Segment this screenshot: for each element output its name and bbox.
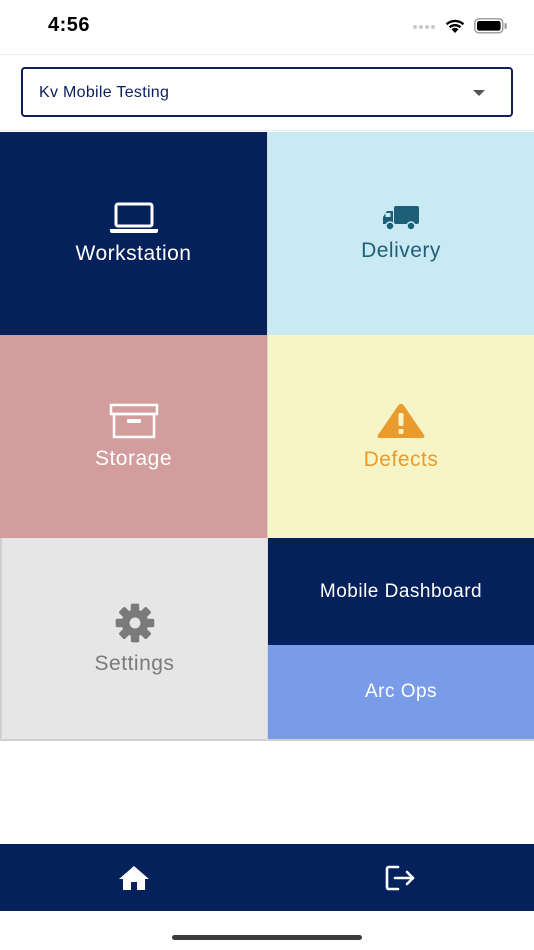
grid-divider xyxy=(267,132,268,740)
chevron-down-icon xyxy=(473,90,485,96)
tile-label: Settings xyxy=(94,651,175,675)
tile-settings[interactable]: Settings xyxy=(0,538,267,741)
status-time: 4:56 xyxy=(48,14,91,36)
tile-defects[interactable]: Defects xyxy=(268,335,534,538)
tile-label: Defects xyxy=(363,447,439,471)
tile-label: Mobile Dashboard xyxy=(319,580,483,602)
tile-mobile-dashboard[interactable]: Mobile Dashboard xyxy=(268,538,534,645)
status-icons xyxy=(412,17,508,34)
archive-box-icon xyxy=(109,403,158,438)
signal-icon xyxy=(413,24,435,29)
tile-arc-ops[interactable]: Arc Ops xyxy=(268,645,534,741)
status-bar: 4:56 xyxy=(0,0,534,54)
logout-button[interactable] xyxy=(267,844,534,911)
truck-icon xyxy=(383,205,419,231)
project-select-value: Kv Mobile Testing xyxy=(39,84,170,101)
tile-delivery[interactable]: Delivery xyxy=(268,132,534,335)
project-select[interactable]: Kv Mobile Testing xyxy=(21,67,513,117)
laptop-icon xyxy=(109,202,158,233)
tile-label: Delivery xyxy=(361,238,441,262)
logout-icon xyxy=(385,865,414,890)
menu-grid: Workstation Delivery Storage Defects Set… xyxy=(0,132,534,741)
tile-storage[interactable]: Storage xyxy=(0,335,267,538)
tile-label: Arc Ops xyxy=(364,681,438,702)
tile-workstation[interactable]: Workstation xyxy=(0,132,267,335)
home-button[interactable] xyxy=(0,844,267,911)
bottom-nav xyxy=(0,844,534,911)
battery-icon xyxy=(474,17,507,34)
wifi-icon xyxy=(445,19,465,33)
home-icon xyxy=(118,865,149,890)
header: Kv Mobile Testing xyxy=(0,54,534,131)
gear-icon xyxy=(115,603,154,642)
warning-icon xyxy=(377,403,425,438)
tile-label: Workstation xyxy=(75,241,192,265)
home-indicator xyxy=(172,935,362,940)
tile-label: Storage xyxy=(94,446,173,470)
